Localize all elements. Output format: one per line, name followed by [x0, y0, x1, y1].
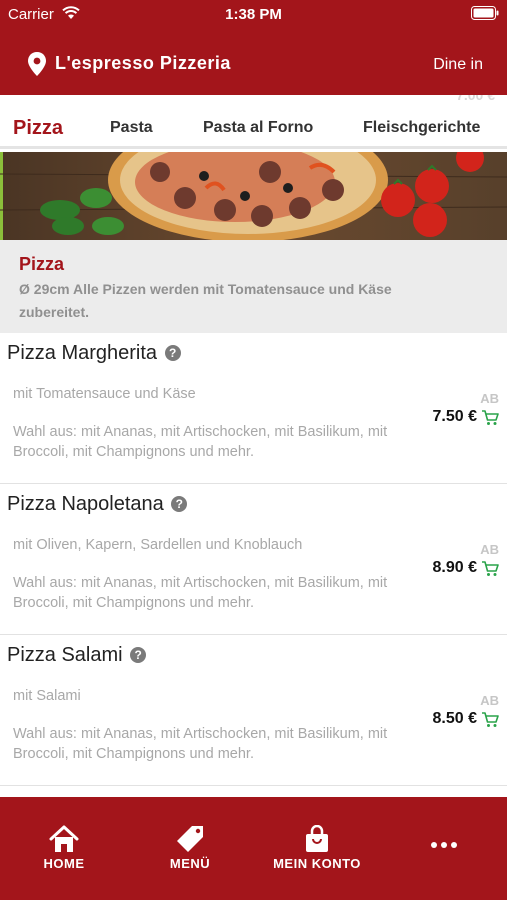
cart-icon[interactable]	[481, 409, 499, 426]
tab-pizza[interactable]: Pizza	[13, 117, 63, 140]
price-prefix: AB	[480, 391, 499, 406]
tab-pasta-al-forno[interactable]: Pasta al Forno	[203, 119, 313, 137]
shopping-bag-icon	[306, 825, 328, 852]
category-tabs: Pizza Pasta Pasta al Forno Fleischgerich…	[0, 105, 507, 149]
ghost-price: 7.00 €	[456, 95, 495, 103]
product-subtitle: mit Oliven, Kapern, Sardellen und Knobla…	[13, 537, 303, 553]
product-pizza-napoletana[interactable]: Pizza Napoletana ? mit Oliven, Kapern, S…	[0, 485, 507, 635]
app-header: Carrier 1:38 PM L'espresso Pizzeria Dine…	[0, 0, 507, 95]
nav-home[interactable]: HOME	[30, 825, 98, 871]
info-icon[interactable]: ?	[164, 345, 181, 361]
category-title: Pizza	[19, 254, 65, 274]
restaurant-name: L'espresso Pizzeria	[55, 53, 231, 73]
nav-menu[interactable]: MENÜ	[156, 825, 224, 871]
location-pin-icon	[28, 52, 46, 76]
home-icon	[49, 825, 79, 852]
info-icon[interactable]: ?	[130, 647, 147, 663]
pizza-hero-image	[0, 152, 507, 240]
cart-icon[interactable]	[481, 711, 499, 728]
product-price: 7.50 €	[432, 408, 477, 425]
nav-account[interactable]: MEIN KONTO	[268, 825, 366, 871]
product-subtitle: mit Salami	[13, 688, 81, 704]
info-icon[interactable]: ?	[171, 496, 188, 512]
product-name: Pizza Napoletana	[7, 493, 164, 515]
product-pizza-margherita[interactable]: Pizza Margherita ? mit Tomatensauce und …	[0, 334, 507, 484]
product-options: Wahl aus: mit Ananas, mit Artischocken, …	[13, 726, 388, 762]
product-price: 8.50 €	[432, 710, 477, 727]
category-header: Pizza Ø 29cm Alle Pizzen werden mit Toma…	[0, 240, 507, 333]
scrolled-content-peek: 7.00 €	[0, 95, 507, 105]
status-bar: Carrier 1:38 PM	[0, 0, 507, 30]
bottom-navigation: HOME MENÜ MEIN KONTO	[0, 797, 507, 900]
product-pizza-salami[interactable]: Pizza Salami ? mit Salami Wahl aus: mit …	[0, 636, 507, 786]
nav-home-label: HOME	[43, 856, 85, 871]
nav-more[interactable]	[424, 841, 464, 849]
status-time: 1:38 PM	[225, 6, 282, 23]
cart-icon[interactable]	[481, 560, 499, 577]
tag-icon	[177, 826, 203, 852]
price-prefix: AB	[480, 542, 499, 557]
tab-fleischgerichte[interactable]: Fleischgerichte	[363, 119, 480, 137]
product-options: Wahl aus: mit Ananas, mit Artischocken, …	[13, 575, 388, 611]
price-prefix: AB	[480, 693, 499, 708]
tab-pasta[interactable]: Pasta	[110, 119, 153, 137]
restaurant-selector[interactable]: L'espresso Pizzeria Dine in	[0, 45, 507, 83]
category-description: Ø 29cm Alle Pizzen werden mit Tomatensau…	[19, 281, 392, 320]
product-name: Pizza Salami	[7, 644, 123, 666]
product-price: 8.90 €	[432, 559, 477, 576]
battery-icon	[471, 6, 499, 20]
nav-account-label: MEIN KONTO	[273, 856, 361, 871]
product-options: Wahl aus: mit Ananas, mit Artischocken, …	[13, 424, 388, 460]
nav-menu-label: MENÜ	[169, 856, 211, 871]
product-subtitle: mit Tomatensauce und Käse	[13, 386, 196, 402]
order-mode-button[interactable]: Dine in	[433, 56, 483, 74]
more-dots-icon	[431, 842, 457, 848]
product-name: Pizza Margherita	[7, 342, 158, 364]
